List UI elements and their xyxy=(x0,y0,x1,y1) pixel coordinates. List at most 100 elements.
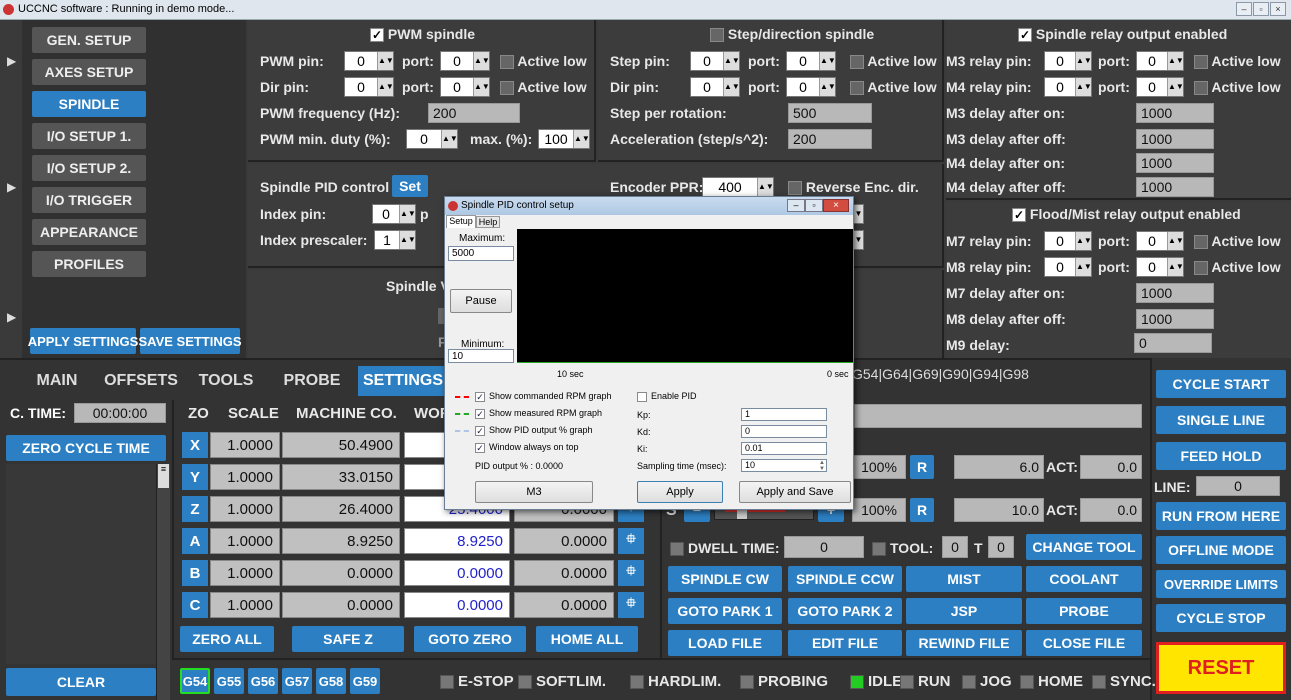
m4-pin-spinner[interactable]: 0 ▲▼ xyxy=(1044,77,1092,97)
mist-button[interactable]: MIST xyxy=(906,566,1022,592)
spindle-ccw-button[interactable]: SPINDLE CCW xyxy=(788,566,902,592)
dialog-maximize-icon[interactable]: ▫ xyxy=(805,199,823,212)
feed-reset-button[interactable]: R xyxy=(910,455,934,479)
axis-goto-icon[interactable]: ⯐ xyxy=(618,592,644,618)
kd-field[interactable]: 0 xyxy=(741,425,827,438)
dialog-minimize-icon[interactable]: – xyxy=(787,199,805,212)
tool-label[interactable]: TOOL: xyxy=(872,540,933,557)
expand-arrow-icon[interactable]: ▶ xyxy=(7,310,16,324)
expand-arrow-icon[interactable]: ▶ xyxy=(7,54,16,68)
pwm-active-low[interactable]: Active low xyxy=(500,53,587,70)
pwm-enable-checkbox[interactable]: ✓ xyxy=(370,28,384,43)
axis-offset-a[interactable]: 0.0000 xyxy=(514,528,614,554)
step-active-low[interactable]: Active low xyxy=(850,53,937,70)
scroll-thumb[interactable]: ≡ xyxy=(158,464,169,488)
menu-axes-setup[interactable]: AXES SETUP xyxy=(32,59,146,85)
menu-gen-setup[interactable]: GEN. SETUP xyxy=(32,27,146,53)
mdi-input[interactable] xyxy=(854,404,1142,428)
m3-pin-spinner[interactable]: 0 ▲▼ xyxy=(1044,51,1092,71)
close-file-button[interactable]: CLOSE FILE xyxy=(1026,630,1142,656)
load-file-button[interactable]: LOAD FILE xyxy=(668,630,782,656)
pwm-port-spinner[interactable]: 0 ▲▼ xyxy=(440,51,490,71)
zero-cycle-time-button[interactable]: ZERO CYCLE TIME xyxy=(6,435,166,461)
jsp-button[interactable]: JSP xyxy=(906,598,1022,624)
wcs-g59-button[interactable]: G59 xyxy=(350,668,380,694)
save-settings-button[interactable]: SAVE SETTINGS xyxy=(138,328,242,354)
single-line-button[interactable]: SINGLE LINE xyxy=(1156,406,1286,434)
edit-file-button[interactable]: EDIT FILE xyxy=(788,630,902,656)
m3-port-spinner[interactable]: 0 ▲▼ xyxy=(1136,51,1184,71)
menu-io-setup-2[interactable]: I/O SETUP 2. xyxy=(32,155,146,181)
show-pid-option[interactable]: ✓ Show PID output % graph xyxy=(455,425,593,436)
show-measured-option[interactable]: ✓ Show measured RPM graph xyxy=(455,408,602,419)
enable-pid-option[interactable]: Enable PID xyxy=(637,391,697,402)
m3-off-field[interactable]: 1000 xyxy=(1136,129,1214,149)
m4-port-spinner[interactable]: 0 ▲▼ xyxy=(1136,77,1184,97)
axis-zero-button-a[interactable]: A xyxy=(182,528,208,554)
m8-off-field[interactable]: 1000 xyxy=(1136,309,1214,329)
index-prescaler-spinner[interactable]: 1 ▲▼ xyxy=(374,230,416,250)
tab-settings[interactable]: SETTINGS xyxy=(358,366,448,396)
stepdir-dir-pin-spinner[interactable]: 0 ▲▼ xyxy=(690,77,740,97)
dialog-maximum-field[interactable]: 5000 xyxy=(448,246,514,261)
coolant-button[interactable]: COOLANT xyxy=(1026,566,1142,592)
axis-goto-icon[interactable]: ⯐ xyxy=(618,528,644,554)
m4-on-field[interactable]: 1000 xyxy=(1136,153,1214,173)
sampling-field[interactable]: 10 ▲ ▼ xyxy=(741,459,827,472)
wcs-g58-button[interactable]: G58 xyxy=(316,668,346,694)
dialog-close-icon[interactable]: × xyxy=(823,199,849,212)
reverse-enc-dir[interactable]: Reverse Enc. dir. xyxy=(788,179,919,196)
pwm-title[interactable]: ✓ PWM spindle xyxy=(370,26,475,43)
override-limits-button[interactable]: OVERRIDE LIMITS xyxy=(1156,570,1286,598)
wcs-g56-button[interactable]: G56 xyxy=(248,668,278,694)
dialog-tab-setup[interactable]: Setup xyxy=(446,215,476,228)
run-from-here-button[interactable]: RUN FROM HERE xyxy=(1156,502,1286,530)
feed-hold-button[interactable]: FEED HOLD xyxy=(1156,442,1286,470)
axis-offset-b[interactable]: 0.0000 xyxy=(514,560,614,586)
tab-main[interactable]: MAIN xyxy=(12,366,102,396)
spindle-reset-button[interactable]: R xyxy=(910,498,934,522)
flood-title[interactable]: ✓ Flood/Mist relay output enabled xyxy=(1012,206,1241,223)
step-rot-field[interactable]: 500 xyxy=(788,103,872,123)
wcs-g57-button[interactable]: G57 xyxy=(282,668,312,694)
rewind-file-button[interactable]: REWIND FILE xyxy=(906,630,1022,656)
dwell-label[interactable]: DWELL TIME: xyxy=(670,540,780,557)
m3-on-field[interactable]: 1000 xyxy=(1136,103,1214,123)
spindle-cw-button[interactable]: SPINDLE CW xyxy=(668,566,782,592)
m8-port-spinner[interactable]: 0 ▲▼ xyxy=(1136,257,1184,277)
menu-profiles[interactable]: PROFILES xyxy=(32,251,146,277)
menu-appearance[interactable]: APPEARANCE xyxy=(32,219,146,245)
kp-field[interactable]: 1 xyxy=(741,408,827,421)
always-on-top-option[interactable]: ✓ Window always on top xyxy=(475,442,579,453)
dialog-apply-button[interactable]: Apply xyxy=(637,481,723,503)
m3-active-low[interactable]: Active low xyxy=(1194,53,1281,70)
axis-scale-a[interactable]: 1.0000 xyxy=(210,528,280,554)
axis-scale-c[interactable]: 1.0000 xyxy=(210,592,280,618)
cycle-start-button[interactable]: CYCLE START xyxy=(1156,370,1286,398)
dialog-apply-save-button[interactable]: Apply and Save xyxy=(739,481,851,503)
relay-title[interactable]: ✓ Spindle relay output enabled xyxy=(1018,26,1227,43)
stepdir-title[interactable]: Step/direction spindle xyxy=(710,26,874,43)
axis-zero-button-y[interactable]: Y xyxy=(182,464,208,490)
line-field[interactable]: 0 xyxy=(1196,476,1280,496)
axis-work-c[interactable]: 0.0000 xyxy=(404,592,510,618)
zero-all-button[interactable]: ZERO ALL xyxy=(180,626,274,652)
menu-spindle[interactable]: SPINDLE xyxy=(32,91,146,117)
axis-scale-b[interactable]: 1.0000 xyxy=(210,560,280,586)
wcs-g55-button[interactable]: G55 xyxy=(214,668,244,694)
apply-settings-button[interactable]: APPLY SETTINGS xyxy=(28,328,138,354)
clear-button[interactable]: CLEAR xyxy=(6,668,156,696)
pwm-max-spinner[interactable]: 100 ▲▼ xyxy=(538,129,590,149)
menu-io-setup-1[interactable]: I/O SETUP 1. xyxy=(32,123,146,149)
step-port-spinner[interactable]: 0 ▲▼ xyxy=(786,51,836,71)
expand-arrow-icon[interactable]: ▶ xyxy=(7,180,16,194)
goto-park-1-button[interactable]: GOTO PARK 1 xyxy=(668,598,782,624)
stepdir-dir-active-low[interactable]: Active low xyxy=(850,79,937,96)
tab-offsets[interactable]: OFFSETS xyxy=(96,366,186,396)
axis-zero-button-z[interactable]: Z xyxy=(182,496,208,522)
dialog-pause-button[interactable]: Pause xyxy=(450,289,512,313)
change-tool-button[interactable]: CHANGE TOOL xyxy=(1026,534,1142,560)
show-commanded-option[interactable]: ✓ Show commanded RPM graph xyxy=(455,391,612,402)
t-field[interactable]: 0 xyxy=(988,536,1014,558)
axis-offset-c[interactable]: 0.0000 xyxy=(514,592,614,618)
